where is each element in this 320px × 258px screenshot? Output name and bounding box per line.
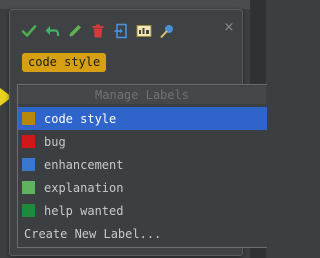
pin-icon[interactable] [158, 22, 176, 40]
label-item-explanation[interactable]: explanation [18, 176, 267, 199]
label-item-text: enhancement [44, 157, 124, 172]
close-icon[interactable]: × [222, 21, 236, 35]
label-list: code style bug enhancement explanation h… [18, 107, 267, 245]
label-item-enhancement[interactable]: enhancement [18, 153, 267, 176]
label-color-swatch [22, 204, 35, 217]
label-color-swatch [22, 181, 35, 194]
label-color-swatch [22, 135, 35, 148]
label-item-code-style[interactable]: code style [18, 107, 267, 130]
checkmark-icon[interactable] [20, 22, 38, 40]
text-label-icon[interactable] [135, 22, 153, 40]
pencil-icon[interactable] [66, 22, 84, 40]
label-color-swatch [22, 158, 35, 171]
label-item-text: bug [44, 134, 66, 149]
label-item-bug[interactable]: bug [18, 130, 267, 153]
popup-title: Manage Labels [18, 86, 266, 104]
window-background-top [0, 0, 266, 9]
label-item-text: explanation [44, 180, 124, 195]
create-new-label-item[interactable]: Create New Label... [18, 222, 267, 245]
label-item-text: code style [44, 111, 117, 126]
export-icon[interactable] [112, 22, 130, 40]
label-color-swatch [22, 112, 35, 125]
reply-icon[interactable] [43, 22, 61, 40]
manage-labels-popup: Manage Labels code style bug enhancement… [17, 84, 267, 248]
trash-icon[interactable] [89, 22, 107, 40]
selected-label-chip[interactable]: code style [22, 53, 107, 72]
label-item-help-wanted[interactable]: help wanted [18, 199, 267, 222]
label-item-text: help wanted [44, 203, 124, 218]
toolbar [20, 20, 176, 42]
create-new-label-text: Create New Label... [24, 226, 162, 241]
